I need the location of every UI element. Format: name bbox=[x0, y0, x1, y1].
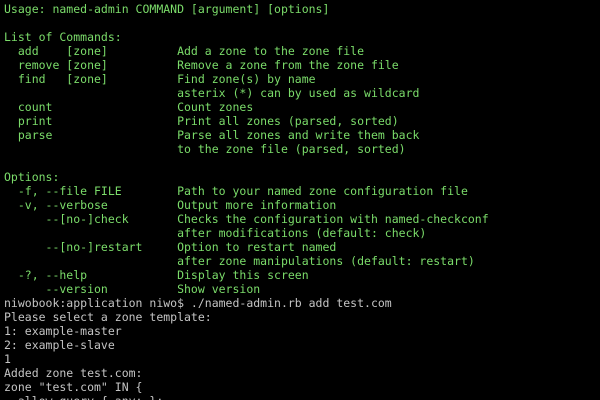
option-help-line: --version Show version bbox=[4, 282, 261, 296]
program-output-line: Please select a zone template: bbox=[4, 310, 212, 324]
program-output-line: allow-query { any; }; bbox=[4, 394, 600, 400]
program-output-line: 2: example-slave bbox=[4, 338, 115, 352]
help-heading-line: Options: bbox=[4, 170, 60, 184]
option-help-line: after zone manipulations (default: resta… bbox=[4, 254, 475, 268]
command-help-line: remove [zone] Remove a zone from the zon… bbox=[4, 58, 399, 72]
terminal-output: Usage: named-admin COMMAND [argument] [o… bbox=[4, 2, 600, 400]
terminal-window[interactable]: Usage: named-admin COMMAND [argument] [o… bbox=[0, 0, 600, 400]
command-help-line: asterix (*) can by used as wildcard bbox=[4, 86, 420, 100]
program-output-line: Added zone test.com: bbox=[4, 366, 143, 380]
option-help-line: -v, --verbose Output more information bbox=[4, 198, 337, 212]
shell-prompt-line: niwobook:application niwo$ ./named-admin… bbox=[4, 296, 392, 310]
command-help-line: count Count zones bbox=[4, 100, 254, 114]
command-help-line: print Print all zones (parsed, sorted) bbox=[4, 114, 399, 128]
help-heading-line: List of Commands: bbox=[4, 30, 122, 44]
option-help-line: after modifications (default: check) bbox=[4, 226, 427, 240]
option-help-line: --[no-]check Checks the configuration wi… bbox=[4, 212, 489, 226]
option-help-line: -?, --help Display this screen bbox=[4, 268, 309, 282]
command-help-line: to the zone file (parsed, sorted) bbox=[4, 142, 406, 156]
command-help-line: parse Parse all zones and write them bac… bbox=[4, 128, 420, 142]
command-help-line: add [zone] Add a zone to the zone file bbox=[4, 44, 365, 58]
help-heading-line: Usage: named-admin COMMAND [argument] [o… bbox=[4, 2, 330, 16]
option-help-line: --[no-]restart Option to restart named bbox=[4, 240, 337, 254]
program-output-line: zone "test.com" IN { bbox=[4, 380, 143, 394]
command-help-line: find [zone] Find zone(s) by name bbox=[4, 72, 316, 86]
option-help-line: -f, --file FILE Path to your named zone … bbox=[4, 184, 468, 198]
program-output-line: 1: example-master bbox=[4, 324, 122, 338]
program-output-line: 1 bbox=[4, 352, 11, 366]
